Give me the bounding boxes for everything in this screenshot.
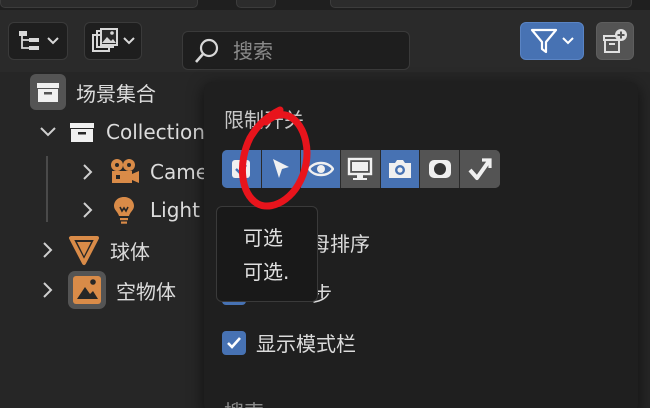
checkbox-icon (232, 160, 251, 178)
tooltip: 可选 可选. (216, 206, 318, 302)
restriction-toggles-title: 限制开关 (224, 108, 304, 132)
outliner-display-icon (19, 31, 39, 50)
restriction-toggle-group (222, 150, 500, 188)
selectable-toggle[interactable] (261, 150, 302, 188)
chevron-down-icon[interactable] (38, 122, 58, 142)
light-label: Light (150, 198, 200, 222)
scene-collection-label: 场景集合 (76, 81, 156, 106)
camera-icon (389, 160, 412, 178)
chevron-right-icon[interactable] (38, 240, 58, 260)
holdout-icon (428, 160, 451, 178)
filter-button[interactable] (520, 22, 584, 60)
light-object-icon (114, 197, 134, 224)
image-filter-icon (92, 28, 118, 52)
image-filter-button[interactable] (84, 22, 142, 60)
collection-icon (70, 123, 94, 142)
show-mode-column-label: 显示模式栏 (256, 332, 356, 356)
chevron-right-icon[interactable] (78, 162, 98, 182)
tree-row-scene-collection[interactable]: 场景集合 (30, 72, 156, 112)
empty-object-icon (68, 271, 106, 309)
chevron-right-icon[interactable] (38, 280, 58, 300)
empty-label: 空物体 (116, 279, 176, 304)
collection-label: Collection (106, 120, 205, 144)
scene-collection-icon (30, 74, 66, 110)
outliner-header (0, 10, 650, 72)
tree-guide-line (46, 156, 48, 222)
display-mode-button[interactable] (8, 22, 68, 60)
checkmark-icon (227, 336, 241, 349)
disable-in-viewports-toggle[interactable] (341, 150, 381, 188)
tree-row-collection[interactable]: Collection (38, 112, 205, 152)
sphere-label: 球体 (110, 239, 150, 264)
sort-alphabetically-option[interactable]: 母排序 (310, 228, 370, 257)
disable-in-renders-toggle[interactable] (380, 150, 421, 188)
tooltip-description: 可选. (243, 260, 290, 284)
search-input[interactable] (233, 38, 383, 63)
search-icon (195, 38, 219, 63)
eye-icon (307, 161, 334, 177)
new-collection-icon (603, 29, 627, 53)
search-section-title: 搜索 (224, 396, 264, 408)
show-mode-column-option[interactable]: 显示模式栏 (222, 328, 356, 357)
tree-row-sphere[interactable]: 球体 (38, 230, 150, 270)
indirect-only-toggle[interactable] (460, 150, 500, 188)
show-mode-column-checkbox[interactable] (222, 330, 246, 355)
tree-row-light[interactable]: Light (78, 190, 200, 230)
holdout-toggle[interactable] (420, 150, 461, 188)
sort-alphabetically-label: 母排序 (310, 232, 370, 256)
hide-in-viewport-toggle[interactable] (301, 150, 342, 188)
chevron-down-icon (47, 37, 59, 45)
tree-row-empty[interactable]: 空物体 (38, 270, 176, 310)
new-collection-button[interactable] (596, 22, 634, 60)
monitor-icon (348, 157, 373, 180)
chevron-down-icon (123, 37, 135, 45)
exclude-toggle[interactable] (222, 150, 262, 188)
mesh-object-icon (69, 236, 99, 265)
top-strip (0, 0, 650, 10)
chevron-down-icon (562, 37, 574, 45)
indirect-only-icon (468, 158, 492, 180)
funnel-icon (530, 28, 558, 54)
chevron-right-icon[interactable] (78, 200, 98, 220)
camera-object-icon (111, 159, 139, 183)
tooltip-title: 可选 (243, 226, 283, 250)
search-box[interactable] (182, 31, 410, 70)
cursor-arrow-icon (273, 159, 290, 178)
